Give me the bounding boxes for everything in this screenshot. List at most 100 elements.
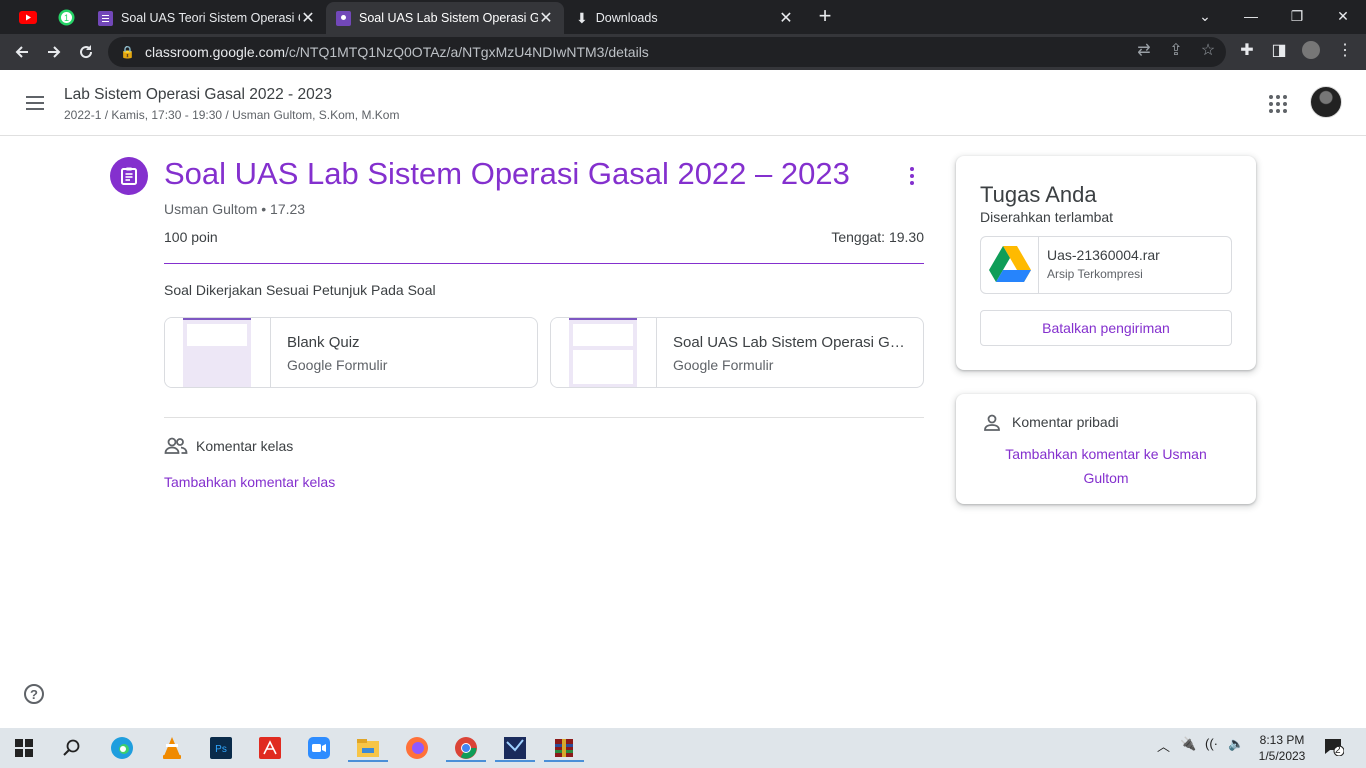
bookmark-star-icon[interactable]: ☆: [1199, 41, 1217, 59]
hamburger-icon-line: [26, 108, 44, 110]
assignment-instructions: Soal Dikerjakan Sesuai Petunjuk Pada Soa…: [164, 282, 436, 298]
windows-start-icon[interactable]: [10, 734, 38, 762]
tab-soal-uas-teori[interactable]: Soal UAS Teori Sistem Operasi Gasal ✕: [88, 2, 326, 34]
add-private-comment-link[interactable]: Tambahkan komentar ke Usman Gultom: [986, 442, 1226, 490]
back-button[interactable]: [8, 38, 36, 66]
file-name: Uas-21360004.rar: [1047, 247, 1160, 263]
classroom-header: Lab Sistem Operasi Gasal 2022 - 2023 202…: [0, 70, 1366, 136]
file-text: Uas-21360004.rar Arsip Terkompresi: [1039, 237, 1168, 293]
add-class-comment-link[interactable]: Tambahkan komentar kelas: [164, 474, 335, 490]
reload-icon: [80, 45, 93, 59]
account-avatar[interactable]: [1310, 86, 1342, 118]
attachment-soal-uas-lab[interactable]: Soal UAS Lab Sistem Operasi Gasal 2022 –…: [550, 317, 924, 388]
more-vert-dot: [910, 181, 914, 185]
attachment-thumbnail: [551, 318, 657, 387]
tab-search-button[interactable]: ⌄: [1182, 0, 1228, 32]
your-work-title: Tugas Anda: [980, 182, 1097, 207]
private-comments-label: Komentar pribadi: [1012, 414, 1119, 430]
apps-grid-icon: [1269, 95, 1273, 99]
system-clock[interactable]: 8:13 PM 1/5/2023: [1254, 732, 1310, 764]
profile-avatar[interactable]: [1302, 41, 1320, 59]
clock-date: 1/5/2023: [1258, 749, 1306, 763]
title-divider: [164, 263, 924, 264]
attachment-type: Google Formulir: [673, 357, 774, 373]
chevron-up-icon[interactable]: ︿: [1157, 736, 1170, 755]
more-vert-icon: [910, 167, 914, 171]
running-indicator: [495, 760, 535, 762]
form-preview-card: [187, 324, 247, 346]
attachment-text: Blank Quiz Google Formulir: [271, 318, 535, 387]
person-icon: [982, 413, 1002, 433]
winrar-icon[interactable]: [544, 734, 584, 762]
wifi-icon[interactable]: ((·: [1205, 736, 1218, 751]
close-icon[interactable]: ✕: [300, 10, 316, 27]
running-indicator: [348, 760, 388, 762]
minimize-button[interactable]: —: [1228, 0, 1274, 32]
new-tab-button[interactable]: +: [803, 0, 847, 32]
photoshop-icon[interactable]: Ps: [207, 734, 235, 762]
help-icon[interactable]: ?: [24, 684, 44, 704]
search-icon[interactable]: [58, 734, 86, 762]
volume-icon[interactable]: 🔈: [1228, 736, 1244, 752]
tab-title: Soal UAS Teori Sistem Operasi Gasal: [121, 11, 300, 25]
google-apps-button[interactable]: [1266, 92, 1290, 116]
tab-title: Downloads: [595, 11, 658, 25]
forward-button[interactable]: [40, 38, 68, 66]
side-panel-icon[interactable]: ◨: [1270, 41, 1288, 59]
firefox-icon[interactable]: [403, 734, 431, 762]
chrome-menu-icon[interactable]: ⋮: [1336, 41, 1354, 59]
attachment-name: Blank Quiz: [287, 334, 360, 351]
whatsapp-icon: 1: [58, 9, 74, 25]
clipboard-icon: [121, 167, 137, 185]
whatsapp-badge: 1: [63, 13, 68, 23]
close-icon[interactable]: ✕: [538, 10, 554, 27]
class-comments-label: Komentar kelas: [196, 438, 294, 454]
file-explorer-icon[interactable]: [348, 734, 388, 762]
close-icon[interactable]: ✕: [778, 10, 794, 27]
clock-time: 8:13 PM: [1259, 733, 1305, 747]
arrow-left-icon: [15, 46, 28, 58]
attachment-blank-quiz[interactable]: Blank Quiz Google Formulir: [164, 317, 538, 388]
google-drive-icon: [981, 237, 1039, 293]
tab-soal-uas-lab[interactable]: Soal UAS Lab Sistem Operasi Gasal ✕: [326, 2, 564, 34]
form-preview-card: [573, 324, 633, 346]
assignment-points: 100 poin: [164, 229, 218, 245]
reload-button[interactable]: [72, 38, 100, 66]
acrobat-icon[interactable]: [256, 734, 284, 762]
power-icon[interactable]: 🔌: [1180, 736, 1196, 752]
apps-grid-dot: [1276, 102, 1280, 106]
url-host: classroom.google.com: [144, 44, 286, 60]
pinned-tab-whatsapp[interactable]: 1: [48, 4, 84, 30]
edge-icon[interactable]: [108, 734, 136, 762]
svg-text:Ps: Ps: [215, 744, 227, 755]
classroom-icon: [336, 10, 351, 26]
download-icon: ⬇: [576, 9, 588, 26]
extensions-icon[interactable]: ✚: [1238, 41, 1256, 59]
form-preview-card: [573, 350, 633, 384]
translate-icon[interactable]: ⇄: [1135, 41, 1153, 59]
apps-grid-dot: [1276, 109, 1280, 113]
attachment-thumbnail: [165, 318, 271, 387]
submitted-file[interactable]: Uas-21360004.rar Arsip Terkompresi: [980, 236, 1232, 294]
restore-button[interactable]: ❐: [1274, 0, 1320, 32]
main-menu-button[interactable]: [22, 89, 50, 117]
chrome-icon[interactable]: [446, 734, 486, 762]
class-title[interactable]: Lab Sistem Operasi Gasal 2022 - 2023: [64, 86, 332, 104]
tab-downloads[interactable]: ⬇ Downloads ✕: [566, 2, 804, 34]
apps-grid-dot: [1283, 95, 1287, 99]
apps-grid-dot: [1269, 102, 1273, 106]
close-window-button[interactable]: ✕: [1320, 0, 1366, 32]
pinned-tab-youtube[interactable]: [10, 4, 46, 30]
share-icon[interactable]: ⇪: [1167, 41, 1185, 59]
attachment-text: Soal UAS Lab Sistem Operasi Gasal 2022 –…: [657, 318, 921, 387]
vlc-icon[interactable]: [158, 734, 186, 762]
more-options-button[interactable]: [898, 162, 926, 190]
tab-title: Soal UAS Lab Sistem Operasi Gasal: [359, 11, 538, 25]
apps-grid-dot: [1283, 102, 1287, 106]
notification-icon[interactable]: 2: [1324, 738, 1345, 759]
address-bar[interactable]: 🔒 classroom.google.com /c/NTQ1MTQ1NzQ0OT…: [108, 37, 1226, 67]
private-comments-card: Komentar pribadi Tambahkan komentar ke U…: [956, 394, 1256, 504]
unsubmit-button[interactable]: Batalkan pengiriman: [980, 310, 1232, 346]
app-icon[interactable]: [495, 734, 535, 762]
zoom-icon[interactable]: [305, 734, 333, 762]
